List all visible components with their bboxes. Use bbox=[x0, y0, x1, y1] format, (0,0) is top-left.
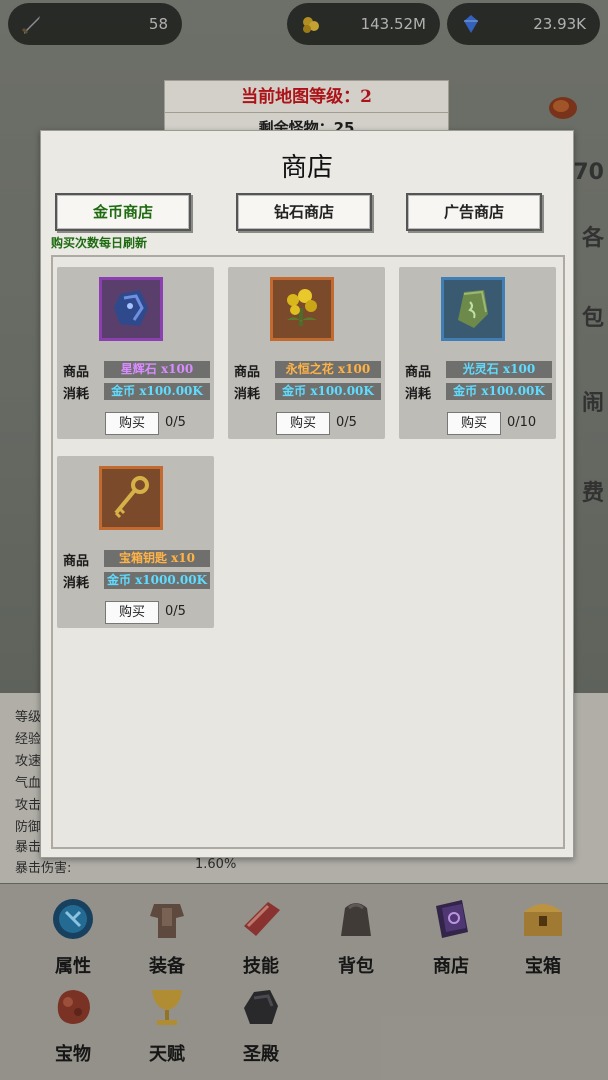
star-stone-icon bbox=[114, 290, 148, 326]
shop-title: 商店 bbox=[280, 153, 333, 183]
purchase-count: 0/5 bbox=[336, 415, 357, 430]
item-cost: 金币 x100.00K bbox=[275, 383, 381, 400]
item-icon-frame bbox=[99, 466, 163, 530]
buy-button[interactable]: 购买 bbox=[276, 412, 330, 435]
tab-diamond-shop[interactable]: 钻石商店 bbox=[236, 193, 372, 231]
item-icon-frame bbox=[270, 277, 334, 341]
item-label: 商品 bbox=[234, 365, 261, 380]
item-icon-frame bbox=[441, 277, 505, 341]
tab-gold-shop[interactable]: 金币商店 bbox=[55, 193, 191, 231]
purchase-count: 0/5 bbox=[165, 604, 186, 619]
cost-label: 消耗 bbox=[63, 387, 90, 402]
item-icon-frame bbox=[99, 277, 163, 341]
light-spirit-stone-icon bbox=[458, 290, 488, 328]
shop-item-card: 商品 消耗 星辉石 x100 金币 x100.00K 购买 0/5 bbox=[57, 267, 214, 439]
item-name: 宝箱钥匙 x10 bbox=[104, 550, 210, 567]
buy-button[interactable]: 购买 bbox=[105, 601, 159, 624]
shop-item-card: 商品 消耗 光灵石 x100 金币 x100.00K 购买 0/10 bbox=[399, 267, 556, 439]
daily-refresh-note: 购买次数每日刷新 bbox=[51, 236, 148, 250]
purchase-count: 0/10 bbox=[507, 415, 537, 430]
item-label: 商品 bbox=[63, 554, 90, 569]
shop-item-grid: 商品 消耗 星辉石 x100 金币 x100.00K 购买 0/5 商品 消耗 … bbox=[51, 255, 565, 849]
cost-label: 消耗 bbox=[234, 387, 261, 402]
item-label: 商品 bbox=[405, 365, 432, 380]
item-name: 永恒之花 x100 bbox=[275, 361, 381, 378]
chest-key-icon bbox=[114, 476, 149, 519]
buy-button[interactable]: 购买 bbox=[105, 412, 159, 435]
shop-item-card: 商品 消耗 宝箱钥匙 x10 金币 x1000.00K 购买 0/5 bbox=[57, 456, 214, 628]
item-name: 光灵石 x100 bbox=[446, 361, 552, 378]
cost-label: 消耗 bbox=[63, 576, 90, 591]
shop-item-card: 商品 消耗 永恒之花 x100 金币 x100.00K 购买 0/5 bbox=[228, 267, 385, 439]
cost-label: 消耗 bbox=[405, 387, 432, 402]
buy-button[interactable]: 购买 bbox=[447, 412, 501, 435]
item-cost: 金币 x1000.00K bbox=[104, 572, 210, 589]
tab-ad-shop[interactable]: 广告商店 bbox=[406, 193, 542, 231]
eternal-flower-icon bbox=[287, 289, 317, 326]
item-cost: 金币 x100.00K bbox=[104, 383, 210, 400]
item-cost: 金币 x100.00K bbox=[446, 383, 552, 400]
item-name: 星辉石 x100 bbox=[104, 361, 210, 378]
item-label: 商品 bbox=[63, 365, 90, 380]
shop-modal: 商店 金币商店 钻石商店 广告商店 购买次数每日刷新 商品 消耗 星辉石 x10… bbox=[40, 130, 574, 858]
purchase-count: 0/5 bbox=[165, 415, 186, 430]
